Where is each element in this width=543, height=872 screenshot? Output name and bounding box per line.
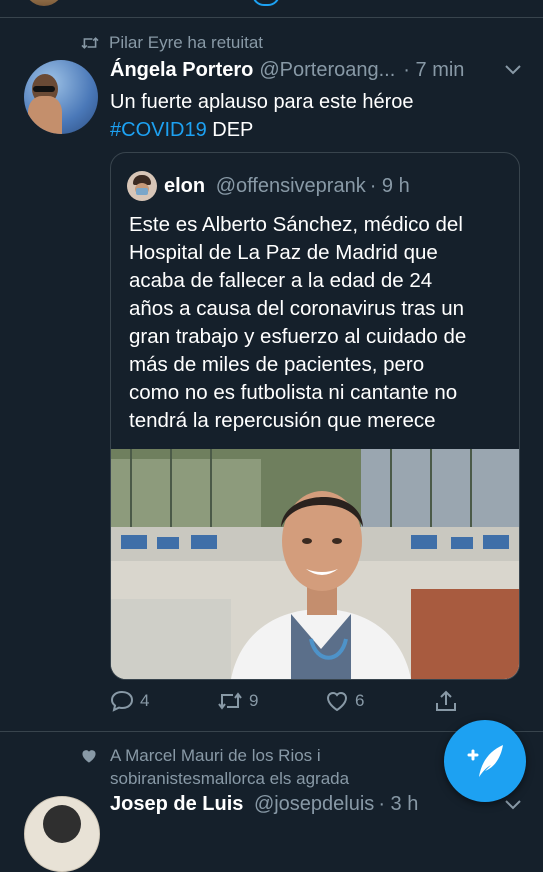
quoted-text-line: como no es futbolista ni cantante no [129,381,458,404]
retweet-button[interactable]: 9 [217,690,258,712]
quoted-tweet-time: · 9 h [369,175,410,197]
retweet-context: Pilar Eyre ha retuitat [80,33,263,53]
like-context-line: sobiranistesmallorca els agrada [110,769,350,788]
previous-tweet-action-fragment [252,0,280,6]
tweet-header: Ángela Portero @Porteroang... · 7 min [110,59,530,82]
chevron-down-icon[interactable] [504,799,522,811]
previous-tweet-avatar-fragment [24,0,64,6]
quoted-text-line: gran trabajo y esfuerzo al cuidado de [129,325,467,348]
chevron-down-icon[interactable] [504,64,522,76]
next-author-name[interactable]: Josep de Luis [110,793,243,815]
retweet-icon [81,37,99,49]
next-author-handle[interactable]: @josepdeluis [254,793,374,815]
compose-tweet-button[interactable] [444,720,526,802]
quoted-text-line: años a causa del coronavirus tras un [129,297,465,320]
tweet-time[interactable]: · 7 min [403,59,464,82]
tweet-text-suffix: DEP [206,119,254,141]
next-tweet-time[interactable]: · 3 h [378,793,418,815]
quoted-author-handle: @offensiveprank [215,175,366,197]
like-button[interactable]: 6 [325,690,364,712]
next-tweet-header: Josep de Luis @josepdeluis · 3 h [110,793,418,816]
quoted-author-name: elon [164,175,206,197]
quoted-text-line: Este es Alberto Sánchez, médico del [129,213,463,236]
quoted-tweet-text: Este es Alberto Sánchez, médico del Hosp… [129,211,466,435]
retweet-count: 9 [249,691,259,710]
retweet-context-text: Pilar Eyre ha retuitat [109,33,264,52]
quoted-text-line: Hospital de La Paz de Madrid que [129,241,438,264]
next-tweet-avatar[interactable] [24,796,100,872]
author-avatar[interactable] [24,60,98,134]
tweet-text-line: Un fuerte aplauso para este héroe [110,91,414,113]
hashtag-link[interactable]: #COVID19 [110,119,207,141]
compose-feather-icon [467,745,503,777]
heart-filled-icon [82,750,96,763]
quoted-text-line: más de miles de pacientes, pero [129,353,425,376]
quoted-author-avatar [127,171,157,201]
quoted-text-line: tendrá la repercusión que merece [129,409,436,432]
like-context-line: A Marcel Mauri de los Rios i [110,746,321,765]
heart-icon [326,692,348,712]
author-name[interactable]: Ángela Portero [110,59,253,82]
quoted-tweet-photo[interactable] [111,449,519,679]
reply-icon [110,690,134,712]
quoted-tweet-header: elon @offensiveprank · 9 h [164,175,410,198]
author-handle[interactable]: @Porteroang... [259,59,395,82]
share-icon [436,690,456,711]
retweet-icon [218,692,242,710]
divider [0,17,543,18]
quoted-tweet-card[interactable]: elon @offensiveprank · 9 h Este es Albert… [110,152,520,680]
quoted-text-line: acaba de fallecer a la edad de 24 [129,269,433,292]
like-count: 6 [355,691,365,710]
like-context-text: A Marcel Mauri de los Rios i sobiraniste… [110,744,349,790]
share-button[interactable] [434,689,458,713]
reply-count: 4 [140,691,150,710]
reply-button[interactable]: 4 [110,690,149,712]
tweet-text: Un fuerte aplauso para este héroe #COVID… [110,88,414,144]
